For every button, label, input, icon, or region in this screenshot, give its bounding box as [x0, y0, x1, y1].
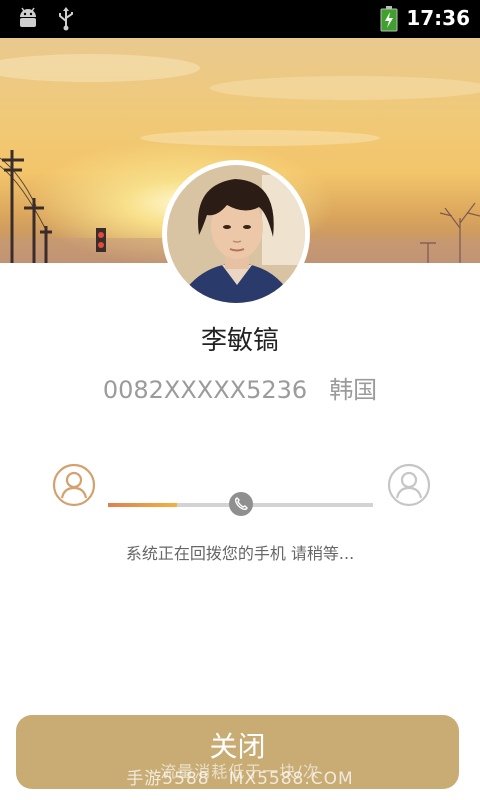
receiver-person-icon [387, 463, 431, 511]
watermark-overlay-text: 流量消耗低于一块/次 [160, 762, 320, 781]
clock: 17:36 [406, 6, 470, 30]
callback-status-text: 系统正在回拨您的手机 请稍等... [125, 544, 355, 563]
phone-icon [228, 492, 253, 516]
contact-country: 韩国 [329, 376, 378, 404]
contact-name: 李敏镐 [200, 326, 279, 356]
usb-icon [56, 7, 76, 35]
callback-progress-fill [108, 503, 177, 507]
contact-phone-row: 0082XXXXX5236 韩国 [0, 370, 480, 405]
watermark: 流量消耗低于一块/次 手游5588 · MX5588.COM [0, 762, 480, 789]
contact-avatar [162, 160, 310, 308]
status-bar: 17:36 [0, 0, 480, 38]
battery-charging-icon [380, 6, 398, 36]
contact-phone-number: 0082XXXXX5236 [102, 376, 308, 404]
avatar-photo [167, 165, 305, 303]
caller-person-icon [52, 463, 96, 511]
android-debug-icon [16, 7, 40, 33]
